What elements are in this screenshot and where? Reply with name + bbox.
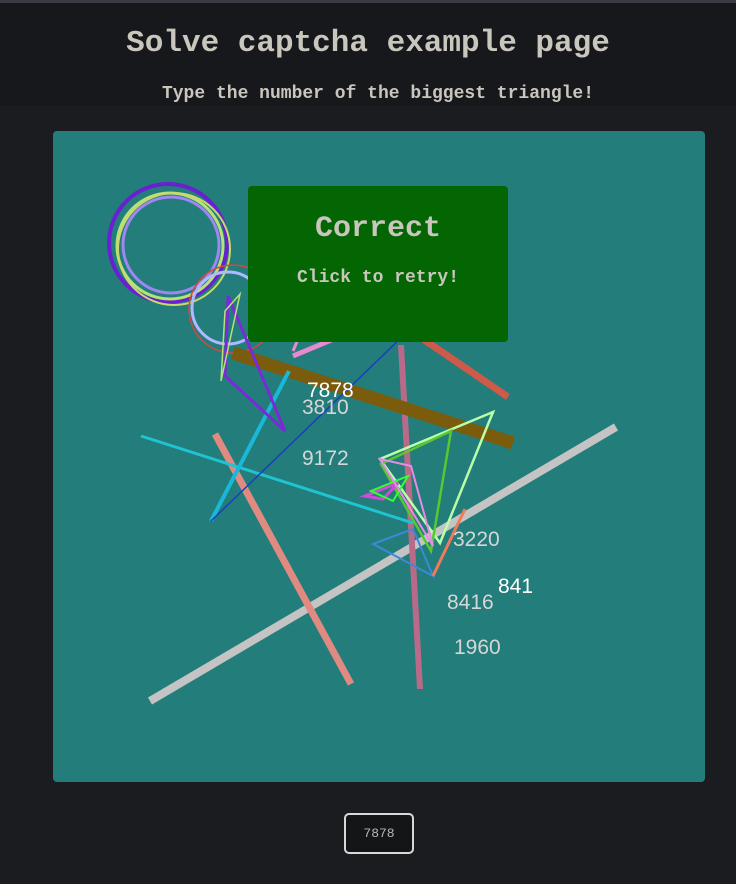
decoy-circle: [117, 192, 231, 306]
retry-prompt[interactable]: Click to retry!: [248, 268, 508, 288]
decoy-line: [140, 434, 414, 525]
result-title: Correct: [314, 212, 442, 246]
decoy-circle: [121, 195, 221, 295]
page-title: Solve captcha example page: [126, 26, 610, 61]
captcha-number-8416: 8416: [447, 591, 494, 614]
captcha-number-1960: 1960: [454, 636, 501, 659]
captcha-number-3220: 3220: [453, 528, 500, 551]
captcha-number-9172: 9172: [302, 447, 349, 470]
decoy-triangle: [220, 291, 242, 382]
captcha-number-3810: 3810: [302, 396, 349, 419]
decoy-circle: [107, 182, 229, 304]
answer-input[interactable]: [344, 813, 414, 854]
decoy-circle: [115, 191, 225, 301]
result-overlay[interactable]: Correct Click to retry!: [248, 186, 508, 342]
captcha-number-841: 841: [498, 575, 534, 598]
captcha-canvas[interactable]: 7878 3810 9172 3220 8416 841 1960 Correc…: [53, 131, 705, 782]
decoy-line: [421, 336, 510, 400]
page-subtitle: Type the number of the biggest triangle!: [161, 84, 595, 104]
